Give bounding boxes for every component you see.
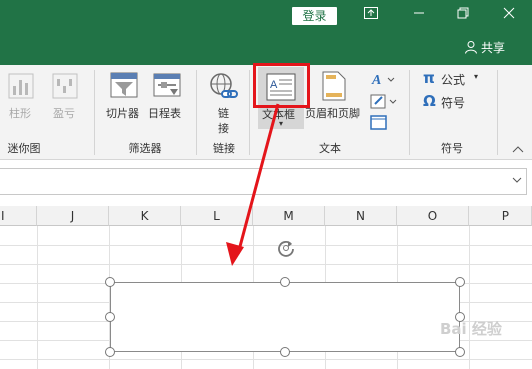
watermark: Bai 经验 <box>440 320 502 338</box>
annotation-arrow <box>226 103 280 266</box>
